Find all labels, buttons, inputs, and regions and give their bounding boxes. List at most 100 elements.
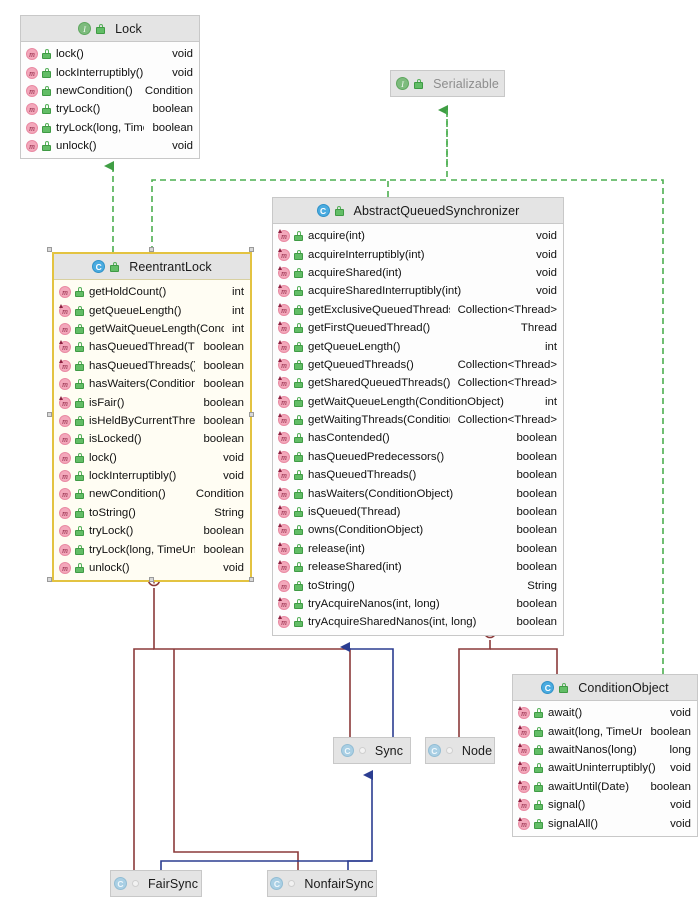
member-row[interactable]: m signalAll() void [513, 814, 697, 832]
member-row[interactable]: m tryLock() boolean [54, 522, 250, 540]
member-row[interactable]: m tryLock(long, TimeUnit) boolean [54, 540, 250, 558]
member-row[interactable]: m awaitNanos(long) long [513, 741, 697, 759]
member-row[interactable]: m getExclusiveQueuedThreads() Collection<T… [273, 301, 563, 319]
member-row[interactable]: m getQueueLength() int [54, 301, 250, 319]
class-header-aqs[interactable]: C AbstractQueuedSynchronizer [273, 198, 563, 224]
member-row[interactable]: m tryAcquireSharedNanos(int, long) boolean [273, 613, 563, 631]
member-row[interactable]: m unlock() void [54, 559, 250, 577]
class-box-sync[interactable]: C Sync [333, 737, 411, 764]
member-row[interactable]: m toString() String [273, 576, 563, 594]
member-type: int [231, 304, 244, 317]
member-row[interactable]: m await(long, TimeUnit) boolean [513, 722, 697, 740]
member-row[interactable]: m getWaitingThreads(ConditionObject) Colle… [273, 411, 563, 429]
member-row[interactable]: m acquireSharedInterruptibly(int) void [273, 282, 563, 300]
lock-icon [294, 580, 303, 591]
class-box-aqs[interactable]: C AbstractQueuedSynchronizer m acquire(int)… [272, 197, 564, 636]
member-row[interactable]: m getFirstQueuedThread() Thread [273, 319, 563, 337]
member-row[interactable]: m hasQueuedThreads() boolean [273, 466, 563, 484]
method-icon: m [278, 376, 290, 390]
class-header-lock[interactable]: I Lock [21, 16, 199, 42]
class-header-serializable[interactable]: I Serializable [391, 71, 504, 96]
class-box-node[interactable]: C Node [425, 737, 495, 764]
member-row[interactable]: m tryLock() boolean [21, 100, 199, 118]
member-row[interactable]: m hasQueuedThread(Thread) boolean [54, 338, 250, 356]
method-icon: m [278, 541, 290, 555]
member-row[interactable]: m signal() void [513, 796, 697, 814]
member-type: boolean [516, 506, 557, 519]
selection-handle-tl[interactable] [47, 247, 52, 252]
class-box-nonfairsync[interactable]: C NonfairSync [267, 870, 377, 897]
class-header-conditionobject[interactable]: C ConditionObject [513, 675, 697, 701]
method-icon: m [59, 378, 71, 391]
member-type: void [172, 66, 193, 79]
member-name: getQueueLength() [308, 340, 401, 353]
class-box-reentrantlock[interactable]: C ReentrantLock m getHoldCount() int m getQueu… [52, 252, 252, 583]
member-row[interactable]: m acquire(int) void [273, 227, 563, 245]
member-row[interactable]: m awaitUninterruptibly() void [513, 759, 697, 777]
member-row[interactable]: m hasQueuedPredecessors() boolean [273, 448, 563, 466]
member-row[interactable]: m getQueueLength() int [273, 337, 563, 355]
class-box-serializable[interactable]: I Serializable [390, 70, 505, 97]
selection-handle-ml[interactable] [47, 412, 52, 417]
member-row[interactable]: m awaitUntil(Date) boolean [513, 778, 697, 796]
selection-handle-bl[interactable] [47, 577, 52, 582]
member-row[interactable]: m isFair() boolean [54, 393, 250, 411]
lock-icon [42, 67, 51, 78]
class-header-fairsync[interactable]: C FairSync [111, 871, 201, 896]
member-row[interactable]: m tryAcquireNanos(int, long) boolean [273, 595, 563, 613]
method-icon: m [59, 506, 71, 519]
member-row[interactable]: m tryLock(long, TimeUnit) boolean [21, 119, 199, 137]
member-row[interactable]: m acquireInterruptibly(int) void [273, 245, 563, 263]
member-row[interactable]: m getHoldCount() int [54, 283, 250, 301]
lock-icon [414, 78, 424, 89]
member-row[interactable]: m newCondition() Condition [54, 485, 250, 503]
class-header-sync[interactable]: C Sync [334, 738, 410, 763]
class-header-reentrantlock[interactable]: C ReentrantLock [54, 254, 250, 280]
method-icon: m [518, 742, 530, 756]
member-row[interactable]: m getQueuedThreads() Collection<Thread> [273, 356, 563, 374]
member-name: tryAcquireSharedNanos(int, long) [308, 616, 477, 629]
selection-handle-bm[interactable] [149, 577, 154, 582]
class-box-conditionobject[interactable]: C ConditionObject m await() void m await(long,… [512, 674, 698, 837]
member-row[interactable]: m lockInterruptibly() void [54, 467, 250, 485]
selection-handle-br[interactable] [249, 577, 254, 582]
member-row[interactable]: m hasWaiters(Condition) boolean [54, 375, 250, 393]
method-icon: m [59, 433, 71, 446]
member-name: newCondition() [89, 488, 166, 501]
member-row[interactable]: m releaseShared(int) boolean [273, 558, 563, 576]
member-row[interactable]: m getWaitQueueLength(ConditionObject) int [273, 393, 563, 411]
member-row[interactable]: m getSharedQueuedThreads() Collection<Thre… [273, 374, 563, 392]
member-row[interactable]: m hasContended() boolean [273, 429, 563, 447]
member-row[interactable]: m lock() void [54, 449, 250, 467]
lock-icon [75, 544, 84, 555]
member-row[interactable]: m release(int) boolean [273, 540, 563, 558]
member-row[interactable]: m acquireShared(int) void [273, 264, 563, 282]
member-row[interactable]: m newCondition() Condition [21, 82, 199, 100]
method-icon: m [278, 413, 290, 427]
class-header-nonfairsync[interactable]: C NonfairSync [268, 871, 376, 896]
selection-handle-tr[interactable] [249, 247, 254, 252]
method-icon: m [278, 265, 290, 279]
lock-icon [294, 507, 303, 518]
member-row[interactable]: m getWaitQueueLength(Condition) int [54, 320, 250, 338]
class-box-fairsync[interactable]: C FairSync [110, 870, 202, 897]
member-row[interactable]: m isQueued(Thread) boolean [273, 503, 563, 521]
diagram-canvas[interactable]: I Lock m lock() void m lockInterruptibly() void… [0, 0, 700, 915]
lock-icon [294, 470, 303, 481]
member-row[interactable]: m hasQueuedThreads() boolean [54, 357, 250, 375]
class-box-lock[interactable]: I Lock m lock() void m lockInterruptibly() void… [20, 15, 200, 160]
member-row[interactable]: m isHeldByCurrentThread() boolean [54, 412, 250, 430]
selection-handle-tm[interactable] [149, 247, 154, 252]
selection-handle-mr[interactable] [249, 412, 254, 417]
member-row[interactable]: m toString() String [54, 504, 250, 522]
member-row[interactable]: m owns(ConditionObject) boolean [273, 521, 563, 539]
member-row[interactable]: m lockInterruptibly() void [21, 63, 199, 81]
class-header-node[interactable]: C Node [426, 738, 494, 763]
member-row[interactable]: m hasWaiters(ConditionObject) boolean [273, 484, 563, 502]
member-name: awaitUntil(Date) [548, 780, 630, 793]
member-row[interactable]: m await() void [513, 704, 697, 722]
member-row[interactable]: m unlock() void [21, 137, 199, 155]
class-title-lock: Lock [115, 21, 142, 36]
member-row[interactable]: m isLocked() boolean [54, 430, 250, 448]
member-row[interactable]: m lock() void [21, 45, 199, 63]
